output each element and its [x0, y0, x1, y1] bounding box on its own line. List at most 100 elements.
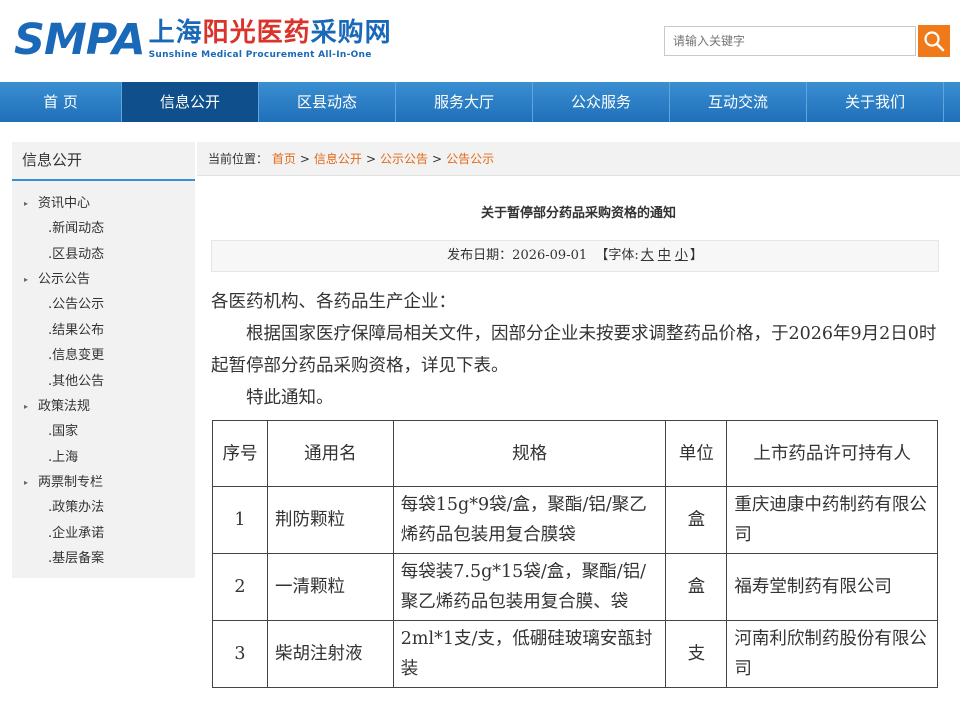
caret-right-icon: ▸ [24, 478, 29, 487]
font-size-prefix: 【字体: [595, 248, 639, 263]
sidebar-item-results[interactable]: .结果公布 [12, 318, 195, 344]
main-nav: 首 页 信息公开 区县动态 服务大厅 公众服务 互动交流 关于我们 [0, 82, 960, 122]
table-header: 规格 [392, 420, 667, 487]
sidebar-item-notices[interactable]: .公告公示 [12, 292, 195, 318]
search-icon [924, 31, 945, 52]
nav-home[interactable]: 首 页 [0, 82, 122, 122]
sidebar: 信息公开 ▸ 资讯中心 .新闻动态 .区县动态 ▸ 公示公告 .公告公示 .结果公布… [12, 142, 195, 578]
sidebar-group-label: 资讯中心 [38, 196, 91, 211]
sidebar-item-shanghai[interactable]: .上海 [12, 445, 195, 471]
caret-right-icon: ▸ [24, 275, 29, 284]
publish-date-label: 发布日期： [447, 248, 513, 263]
sidebar-item-changes[interactable]: .信息变更 [12, 343, 195, 369]
table-header: 序号 [212, 420, 268, 487]
table-cell: 每袋15g*9袋/盒，聚酯/铝/聚乙烯药品包装用复合膜袋 [392, 486, 667, 554]
sidebar-item-label: 新闻动态 [52, 221, 105, 236]
nav-info-disclosure[interactable]: 信息公开 [122, 82, 259, 122]
breadcrumb-separator: > [432, 152, 443, 166]
search-input[interactable] [673, 34, 915, 48]
publish-date: 2026-09-01 [512, 248, 588, 263]
table-row: 1 荆防颗粒 每袋15g*9袋/盒，聚酯/铝/聚乙烯药品包装用复合膜袋 盒 重庆… [212, 486, 938, 554]
font-size-medium[interactable]: 中 [656, 248, 673, 263]
sidebar-item-district[interactable]: .区县动态 [12, 242, 195, 268]
sidebar-group-label: 两票制专栏 [38, 475, 104, 490]
sidebar-item-label: 其他公告 [52, 373, 105, 389]
nav-about-us[interactable]: 关于我们 [807, 82, 944, 122]
font-size-small[interactable]: 小 [673, 248, 690, 263]
table-cell: 2ml*1支/支，低硼硅玻璃安瓿封装 [392, 620, 667, 688]
search-button[interactable] [918, 25, 950, 57]
sidebar-group-news-center[interactable]: ▸ 资讯中心 [12, 191, 195, 216]
font-size-large[interactable]: 大 [639, 248, 656, 263]
article-meta: 发布日期：2026-09-01 【字体: 大中小】 [211, 240, 939, 272]
sidebar-item-label: 政策办法 [52, 500, 105, 515]
table-row: 2 一清颗粒 每袋装7.5g*15袋/盒，聚酯/铝/聚乙烯药品包装用复合膜、袋 … [212, 553, 938, 621]
logo-en-subtitle: Sunshine Medical Procurement All-In-One [148, 50, 372, 60]
table-header: 通用名 [266, 420, 394, 487]
table-cell: 盒 [665, 553, 728, 621]
table-cell: 盒 [665, 486, 728, 554]
table-header-row: 序号 通用名 规格 单位 上市药品许可持有人 [212, 420, 938, 487]
nav-public-service[interactable]: 公众服务 [533, 82, 670, 122]
article-closing: 特此通知。 [246, 388, 334, 408]
sidebar-item-enterprise-commitment[interactable]: .企业承诺 [12, 521, 195, 547]
breadcrumb-announcements[interactable]: 公示公告 [380, 152, 428, 166]
table-cell: 福寿堂制药有限公司 [726, 553, 938, 621]
sidebar-item-label: 上海 [52, 449, 79, 465]
article-salutation: 各医药机构、各药品生产企业： [211, 292, 456, 312]
nav-interaction[interactable]: 互动交流 [670, 82, 807, 122]
table-cell: 河南利欣制药股份有限公司 [726, 620, 938, 688]
table-cell: 一清颗粒 [266, 553, 394, 621]
sidebar-item-label: 公告公示 [52, 297, 105, 312]
sidebar-title: 信息公开 [12, 142, 195, 181]
sidebar-item-grassroots-filing[interactable]: .基层备案 [12, 546, 195, 572]
breadcrumb-home[interactable]: 首页 [272, 152, 296, 166]
table-cell: 荆防颗粒 [266, 486, 394, 554]
sidebar-item-label: 基层备案 [52, 551, 105, 566]
logo-cn-part-2: 阳光医药 [202, 18, 311, 48]
table-cell: 支 [665, 620, 728, 688]
nav-service-hall[interactable]: 服务大厅 [396, 82, 533, 122]
sidebar-group-policies[interactable]: ▸ 政策法规 [12, 394, 195, 419]
sidebar-item-national[interactable]: .国家 [12, 419, 195, 445]
breadcrumb-label: 当前位置： [208, 152, 269, 166]
sidebar-group-label: 公示公告 [38, 272, 91, 287]
sidebar-item-policy-measures[interactable]: .政策办法 [12, 495, 195, 521]
logo-cn-part-1: 上海 [148, 18, 203, 48]
table-cell: 1 [212, 486, 268, 554]
caret-right-icon: ▸ [24, 402, 29, 411]
site-header: SMPA 上海阳光医药采购网 Sunshine Medical Procurem… [0, 0, 960, 82]
article-body: 各医药机构、各药品生产企业： 根据国家医疗保障局相关文件，因部分企业未按要求调整… [211, 286, 947, 414]
suspended-drugs-table: 序号 通用名 规格 单位 上市药品许可持有人 1 荆防颗粒 每袋15g*9袋/盒… [212, 420, 938, 688]
sidebar-item-other[interactable]: .其他公告 [12, 369, 195, 395]
sidebar-item-label: 结果公布 [52, 322, 105, 338]
table-cell: 3 [212, 620, 268, 688]
sidebar-group-label: 政策法规 [38, 399, 91, 414]
breadcrumb-info[interactable]: 信息公开 [314, 152, 362, 166]
font-size-suffix: 】 [689, 248, 703, 263]
site-logo[interactable]: SMPA 上海阳光医药采购网 Sunshine Medical Procurem… [14, 17, 392, 67]
breadcrumb-separator: > [299, 152, 310, 166]
logo-text: 上海阳光医药采购网 Sunshine Medical Procurement A… [149, 17, 392, 61]
table-row: 3 柴胡注射液 2ml*1支/支，低硼硅玻璃安瓿封装 支 河南利欣制药股份有限公… [212, 620, 938, 688]
breadcrumb-current[interactable]: 公告公示 [446, 152, 494, 166]
table-cell: 2 [212, 553, 268, 621]
main-content: 当前位置： 首页 > 信息公开 > 公示公告 > 公告公示 关于暂停部分药品采购资格的通知 … [197, 142, 960, 725]
logo-abbr: SMPA [14, 15, 146, 65]
logo-cn-title: 上海阳光医药采购网 [149, 17, 392, 49]
sidebar-list: ▸ 资讯中心 .新闻动态 .区县动态 ▸ 公示公告 .公告公示 .结果公布 .信息变… [12, 181, 195, 572]
breadcrumb-separator: > [365, 152, 376, 166]
nav-district-news[interactable]: 区县动态 [259, 82, 396, 122]
sidebar-group-two-invoice[interactable]: ▸ 两票制专栏 [12, 470, 195, 495]
sidebar-item-label: 企业承诺 [52, 525, 105, 541]
table-cell: 每袋装7.5g*15袋/盒，聚酯/铝/聚乙烯药品包装用复合膜、袋 [392, 553, 667, 621]
table-header: 上市药品许可持有人 [726, 420, 938, 487]
sidebar-item-news[interactable]: .新闻动态 [12, 216, 195, 242]
logo-cn-part-3: 采购网 [310, 18, 392, 48]
table-cell: 柴胡注射液 [266, 620, 394, 688]
sidebar-item-label: 区县动态 [52, 246, 105, 262]
caret-right-icon: ▸ [24, 199, 29, 208]
table-cell: 重庆迪康中药制药有限公司 [726, 486, 938, 554]
breadcrumb: 当前位置： 首页 > 信息公开 > 公示公告 > 公告公示 [197, 142, 960, 176]
sidebar-group-announcements[interactable]: ▸ 公示公告 [12, 267, 195, 292]
